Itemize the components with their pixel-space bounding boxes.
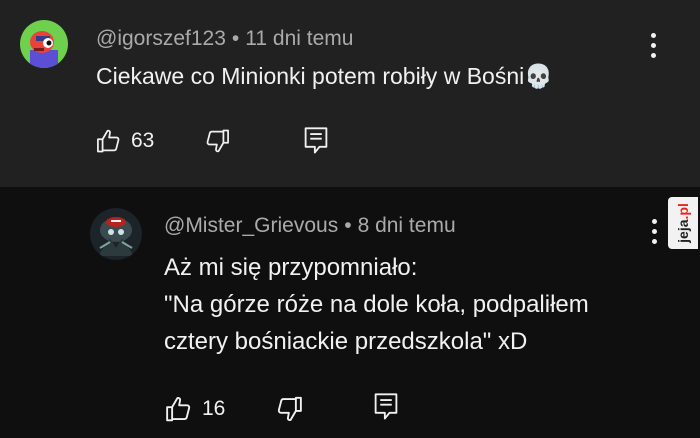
comment-text-2-line-3: cztery bośniackie przedszkola" xD xyxy=(164,328,528,355)
watermark-suffix: .pl xyxy=(675,203,692,220)
like-button-2[interactable]: 16 xyxy=(164,394,225,424)
reply-icon xyxy=(374,393,398,420)
thumbs-up-icon xyxy=(166,396,191,422)
comment-text-2-line-1: Aż mi się przypomniało: xyxy=(164,254,418,281)
meta-separator: • xyxy=(344,214,352,237)
comment-author-2[interactable]: @Mister_Grievous xyxy=(164,214,338,237)
comment-author-1[interactable]: @igorszef123 xyxy=(96,27,226,50)
thumbs-down-icon xyxy=(206,129,229,153)
avatar-igorszef123[interactable] xyxy=(20,20,68,68)
more-options-button-1[interactable] xyxy=(646,33,660,59)
jeja-watermark-logo: jeja.pl xyxy=(668,197,698,249)
reply-button-1[interactable] xyxy=(302,126,330,156)
thumbs-up-icon xyxy=(97,129,120,153)
comment-meta-2: @Mister_Grievous • 8 dni temu xyxy=(164,214,456,238)
comment-meta-1: @igorszef123 • 11 dni temu xyxy=(96,27,353,51)
cartoon-avatar-icon xyxy=(20,20,68,68)
comment-time-1[interactable]: 11 dni temu xyxy=(245,27,353,50)
meta-separator: • xyxy=(231,27,240,50)
dislike-button-2[interactable] xyxy=(274,394,304,424)
reply-button-2[interactable] xyxy=(372,392,400,422)
watermark-text: jeja xyxy=(675,219,692,243)
thumbs-down-icon xyxy=(277,396,302,422)
dislike-button-1[interactable] xyxy=(203,127,231,155)
comment-text-2-line-2: "Na górze róże na dole koła, podpaliłem xyxy=(164,291,589,318)
like-count-2: 16 xyxy=(202,397,226,420)
like-count-1: 63 xyxy=(131,129,155,152)
comment-text-1: Ciekawe co Minionki potem robiły w Bośni… xyxy=(96,63,553,89)
reply-icon xyxy=(304,127,328,154)
comment-time-2[interactable]: 8 dni temu xyxy=(358,214,456,237)
avatar-mister-grievous[interactable] xyxy=(90,208,142,260)
like-button-1[interactable]: 63 xyxy=(95,127,154,155)
more-options-button-2[interactable] xyxy=(647,219,661,245)
photo-avatar-icon xyxy=(90,208,142,260)
